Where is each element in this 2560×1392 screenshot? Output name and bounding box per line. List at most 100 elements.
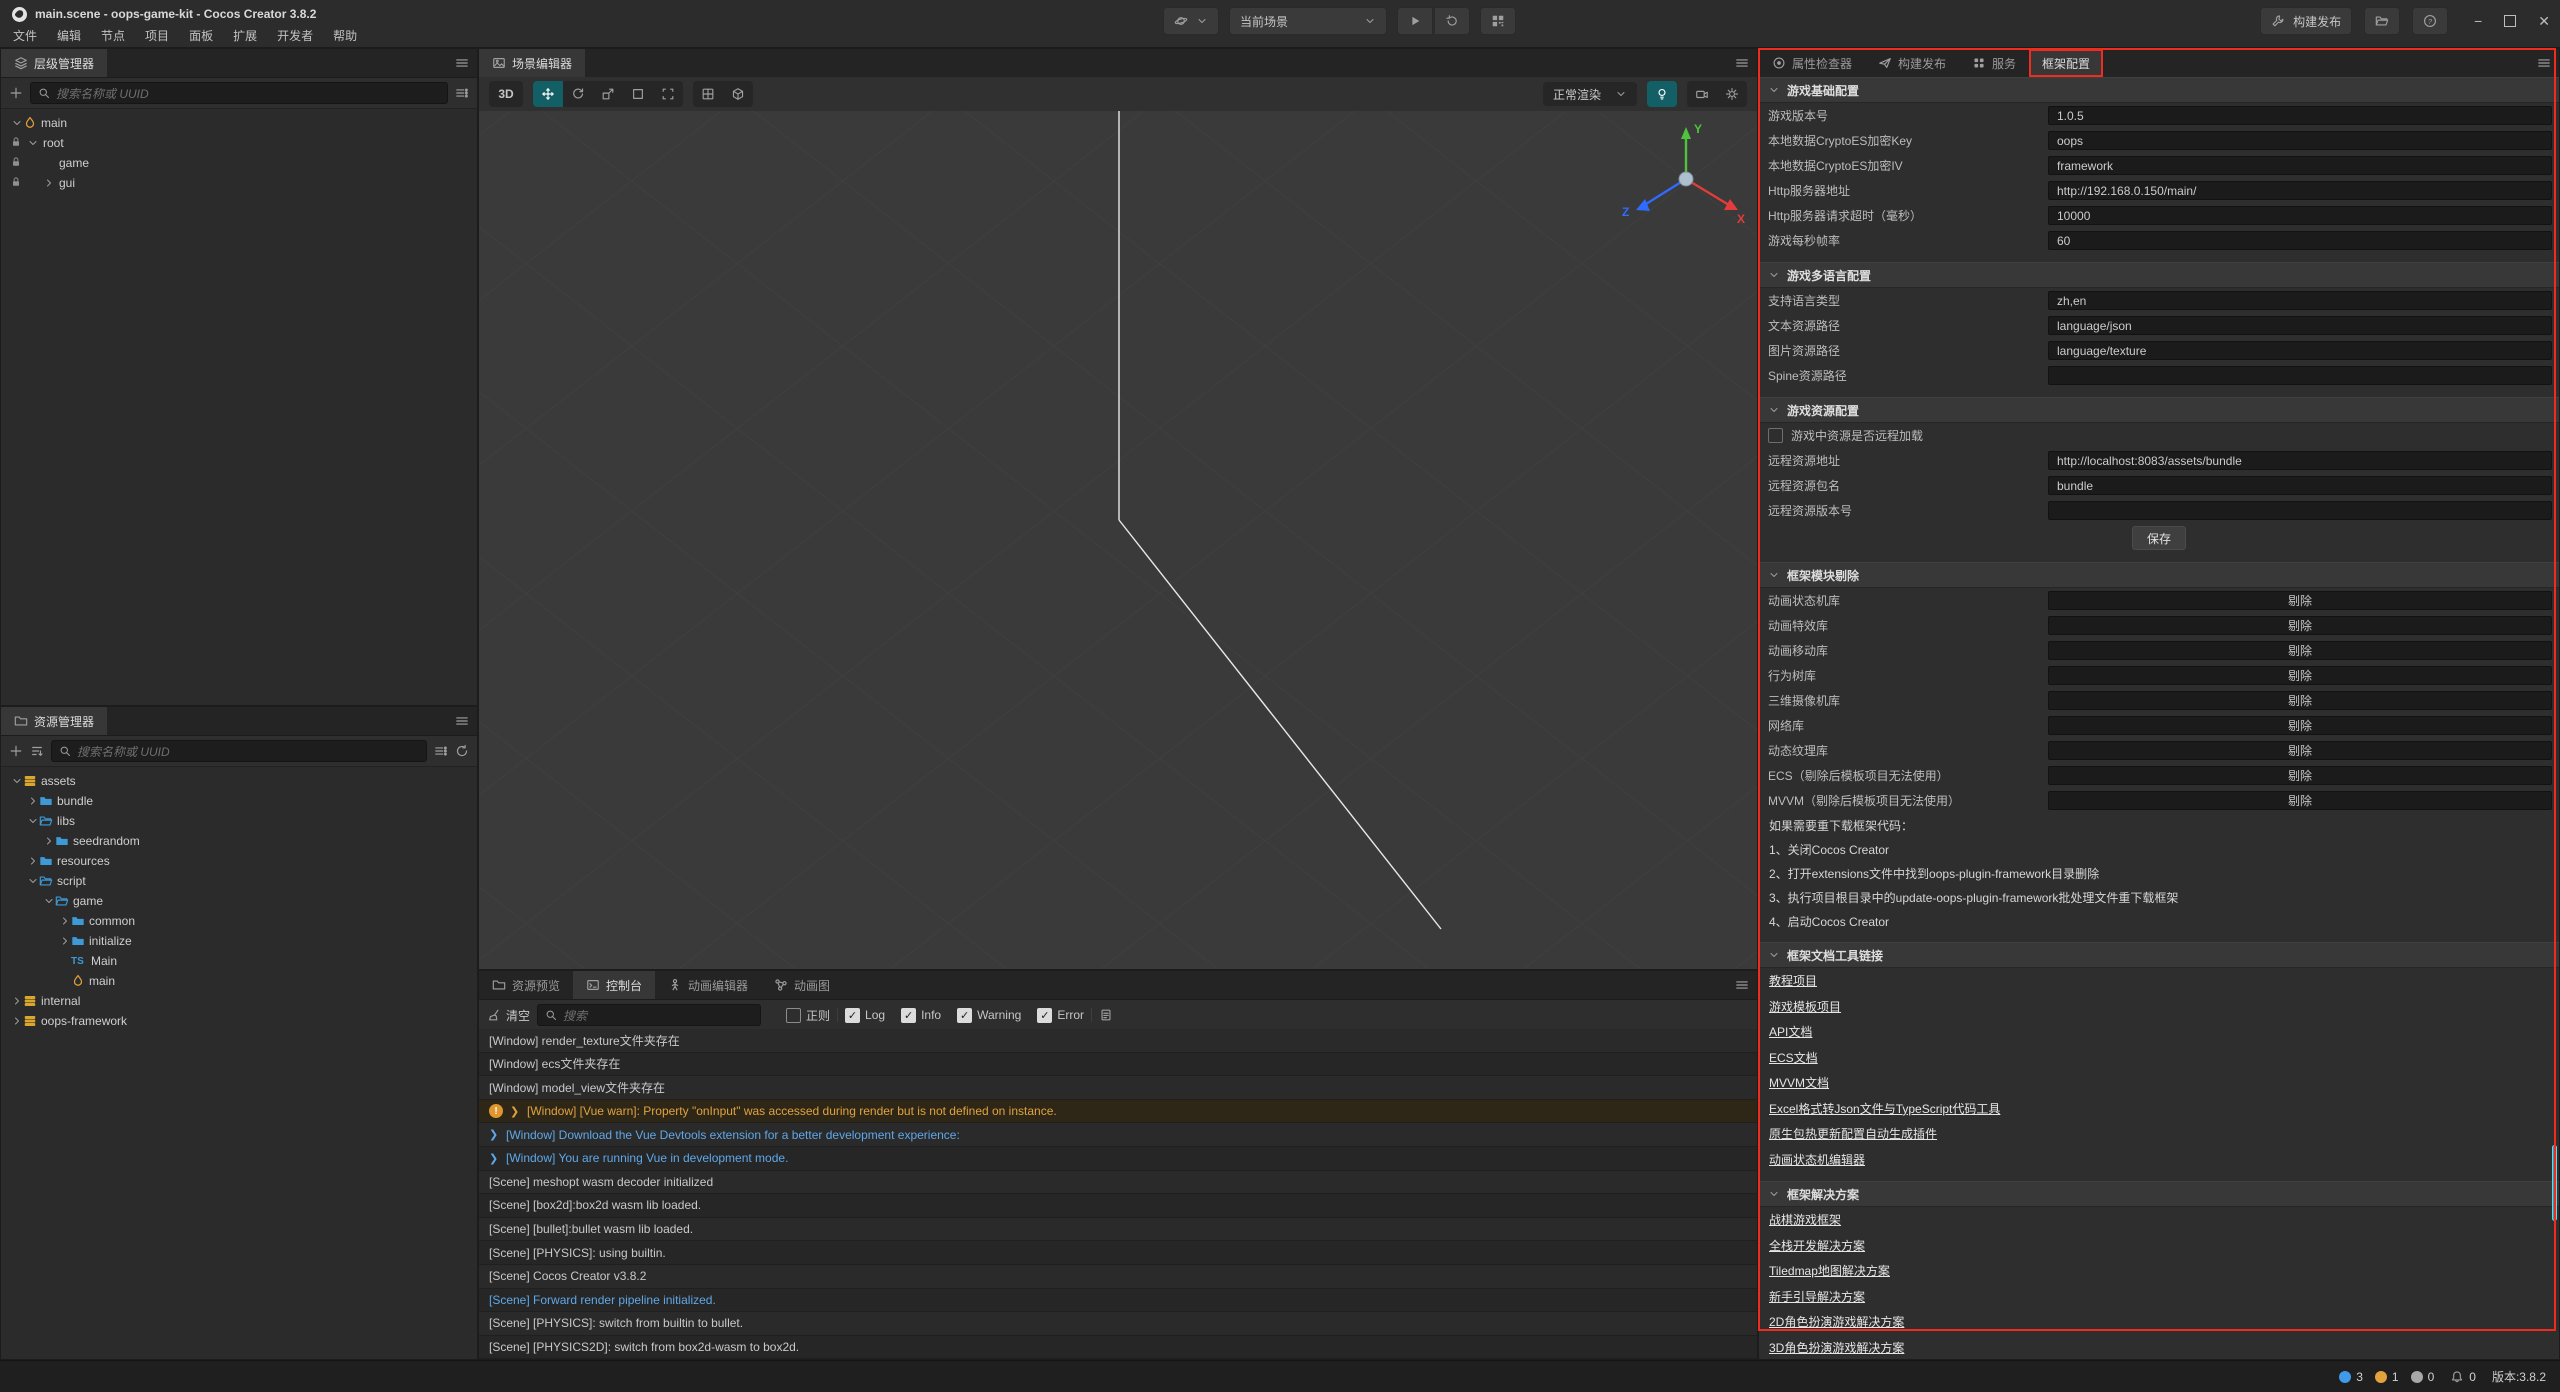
menu-item[interactable]: 开发者	[268, 25, 322, 46]
tree-node[interactable]: TSMain	[1, 951, 477, 971]
maximize-button[interactable]	[2504, 15, 2516, 27]
filter-warning[interactable]: ✓Warning	[957, 1008, 1021, 1023]
sort-assets-button[interactable]	[30, 744, 44, 758]
tree-node[interactable]: resources	[1, 851, 477, 871]
tab-框架配置[interactable]: 框架配置	[2029, 49, 2103, 77]
menu-item[interactable]: 帮助	[324, 25, 366, 46]
doc-link[interactable]: API文档	[1769, 1023, 1812, 1040]
remove-button[interactable]: 剔除	[2048, 641, 2552, 660]
tab-动画图[interactable]: 动画图	[761, 971, 843, 999]
transform-tool-button[interactable]	[653, 81, 683, 107]
doc-link[interactable]: MVVM文档	[1769, 1074, 1829, 1091]
doc-link[interactable]: Excel格式转Json文件与TypeScript代码工具	[1769, 1100, 2000, 1117]
log-row[interactable]: [Scene] [PHYSICS2D]: switch from box2d-w…	[479, 1336, 1757, 1359]
clear-console-button[interactable]: 清空	[487, 1007, 530, 1024]
qr-preview-button[interactable]	[1480, 7, 1516, 35]
tree-node[interactable]: bundle	[1, 791, 477, 811]
console-search-input[interactable]: 搜索	[537, 1004, 761, 1026]
section-header[interactable]: 框架模块剔除	[1759, 562, 2559, 588]
remove-button[interactable]: 剔除	[2048, 791, 2552, 810]
doc-link[interactable]: 游戏模板项目	[1769, 998, 1841, 1015]
doc-link[interactable]: 原生包热更新配置自动生成插件	[1769, 1125, 1937, 1142]
menu-item[interactable]: 文件	[4, 25, 46, 46]
info-count[interactable]: 3	[2339, 1370, 2363, 1384]
scene-settings-button[interactable]	[1717, 81, 1747, 107]
remove-button[interactable]: 剔除	[2048, 616, 2552, 635]
tree-node[interactable]: main	[1, 113, 477, 133]
filter-log[interactable]: ✓Log	[845, 1008, 885, 1023]
snap-tool-button[interactable]	[693, 81, 723, 107]
panel-menu-icon[interactable]	[455, 714, 469, 728]
field-input[interactable]: oops	[2048, 131, 2552, 150]
doc-link[interactable]: 教程项目	[1769, 972, 1817, 989]
log-row[interactable]: ❯[Window] You are running Vue in develop…	[479, 1147, 1757, 1171]
filter-info[interactable]: ✓Info	[901, 1008, 941, 1023]
tab-控制台[interactable]: 控制台	[573, 971, 655, 999]
log-row[interactable]: [Scene] [PHYSICS]: using builtin.	[479, 1241, 1757, 1265]
log-row[interactable]: [Scene] Cocos Creator v3.8.2	[479, 1265, 1757, 1289]
remove-button[interactable]: 剔除	[2048, 741, 2552, 760]
tree-node[interactable]: initialize	[1, 931, 477, 951]
log-row[interactable]: [Scene] [box2d]:box2d wasm lib loaded.	[479, 1194, 1757, 1218]
tree-node[interactable]: oops-framework	[1, 1011, 477, 1031]
tree-node[interactable]: libs	[1, 811, 477, 831]
tab-scene-editor[interactable]: 场景编辑器	[479, 49, 585, 77]
scrollbar-thumb[interactable]	[2552, 1145, 2557, 1221]
tab-hierarchy[interactable]: 层级管理器	[1, 49, 107, 77]
notification-bell[interactable]: 0	[2450, 1370, 2476, 1384]
panel-menu-icon[interactable]	[1735, 56, 1749, 70]
tab-属性检查器[interactable]: 属性检查器	[1759, 49, 1865, 77]
panel-menu-icon[interactable]	[455, 56, 469, 70]
log-row[interactable]: !❯[Window] [Vue warn]: Property "onInput…	[479, 1100, 1757, 1124]
close-button[interactable]: ✕	[2538, 13, 2550, 30]
rotate-tool-button[interactable]	[563, 81, 593, 107]
doc-link[interactable]: ECS文档	[1769, 1049, 1818, 1066]
field-input[interactable]: zh,en	[2048, 291, 2552, 310]
lighting-toggle-button[interactable]	[1647, 81, 1677, 107]
tree-node[interactable]: script	[1, 871, 477, 891]
log-file-icon[interactable]	[1099, 1008, 1113, 1022]
save-button[interactable]: 保存	[2132, 526, 2186, 550]
move-tool-button[interactable]	[533, 81, 563, 107]
field-input[interactable]	[2048, 366, 2552, 385]
expand-chevron-icon[interactable]: ❯	[489, 1152, 499, 1165]
console-log-list[interactable]: [Window] render_texture文件夹存在[Window] ecs…	[479, 1029, 1757, 1359]
doc-link[interactable]: 2D角色扮演游戏解决方案	[1769, 1313, 1904, 1330]
tree-node[interactable]: game	[1, 891, 477, 911]
tree-node[interactable]: root	[1, 133, 477, 153]
log-row[interactable]: ❯[Window] Download the Vue Devtools exte…	[479, 1123, 1757, 1147]
rect-tool-button[interactable]	[623, 81, 653, 107]
menu-item[interactable]: 项目	[136, 25, 178, 46]
doc-link[interactable]: 动画状态机编辑器	[1769, 1151, 1865, 1168]
field-input[interactable]	[2048, 501, 2552, 520]
hierarchy-search-input[interactable]: 搜索名称或 UUID	[30, 82, 448, 104]
menu-item[interactable]: 面板	[180, 25, 222, 46]
section-header[interactable]: 游戏基础配置	[1759, 77, 2559, 103]
help-button[interactable]: ?	[2412, 7, 2448, 35]
field-input[interactable]: 10000	[2048, 206, 2552, 225]
open-project-folder-button[interactable]	[2364, 7, 2400, 35]
field-input[interactable]: 1.0.5	[2048, 106, 2552, 125]
section-header[interactable]: 游戏多语言配置	[1759, 262, 2559, 288]
reload-button[interactable]	[1434, 7, 1470, 35]
field-input[interactable]: language/json	[2048, 316, 2552, 335]
field-input[interactable]: http://localhost:8083/assets/bundle	[2048, 451, 2552, 470]
filter-error[interactable]: ✓Error	[1037, 1008, 1084, 1023]
field-input[interactable]: http://192.168.0.150/main/	[2048, 181, 2552, 200]
field-input[interactable]: 60	[2048, 231, 2552, 250]
log-row[interactable]: [Window] model_view文件夹存在	[479, 1076, 1757, 1100]
preview-target-button[interactable]	[1163, 7, 1219, 35]
log-row[interactable]: [Window] render_texture文件夹存在	[479, 1029, 1757, 1053]
toggle-3d-button[interactable]: 3D	[489, 81, 523, 107]
filter-list-icon[interactable]	[455, 86, 469, 100]
section-header[interactable]: 框架解决方案	[1759, 1181, 2559, 1207]
regex-checkbox[interactable]: 正则	[786, 1007, 830, 1024]
doc-link[interactable]: Tiledmap地图解决方案	[1769, 1262, 1890, 1279]
remove-button[interactable]: 剔除	[2048, 666, 2552, 685]
error-count[interactable]: 0	[2411, 1370, 2435, 1384]
add-asset-button[interactable]	[9, 744, 23, 758]
remove-button[interactable]: 剔除	[2048, 766, 2552, 785]
field-input[interactable]: framework	[2048, 156, 2552, 175]
section-header[interactable]: 框架文档工具链接	[1759, 942, 2559, 968]
tree-node[interactable]: seedrandom	[1, 831, 477, 851]
